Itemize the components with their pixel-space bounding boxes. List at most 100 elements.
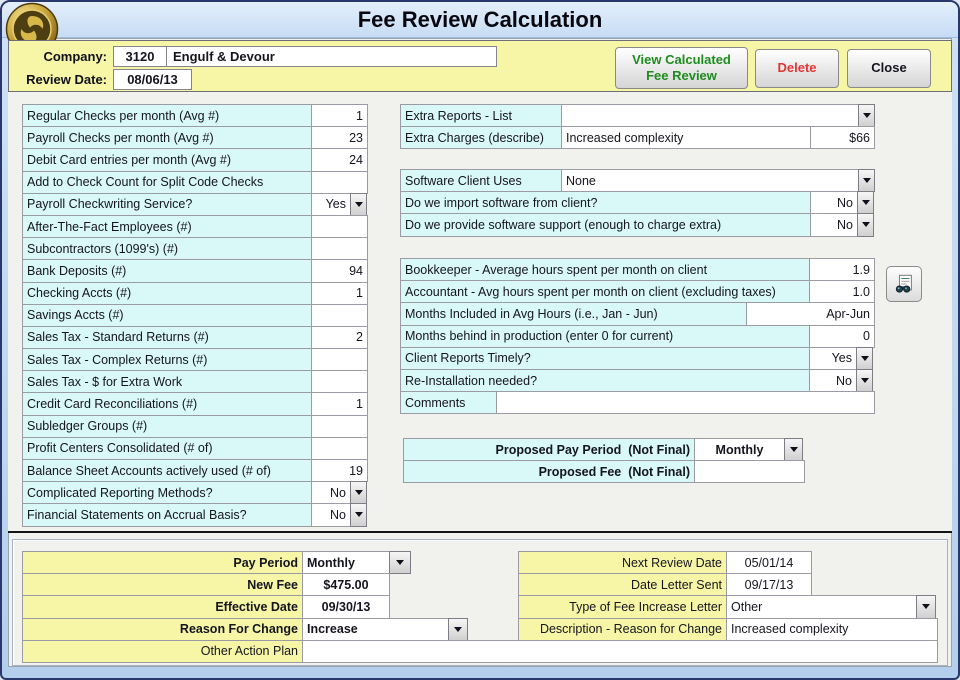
description-reason-field[interactable]: Increased complexity [726, 617, 938, 641]
table-row: Months behind in production (enter 0 for… [400, 324, 875, 348]
table-row: Credit Card Reconciliations (#) 1 [22, 392, 368, 416]
dropdown-button[interactable] [856, 346, 873, 370]
field-value[interactable]: 2 [311, 325, 368, 350]
dropdown-button[interactable] [350, 481, 367, 505]
dropdown-button[interactable] [858, 104, 875, 128]
reinstallation-select[interactable]: No [809, 368, 857, 393]
field-value[interactable] [311, 436, 368, 460]
extra-charges-description-field[interactable]: Increased complexity [561, 126, 811, 150]
months-included-field[interactable]: Apr-Jun [746, 302, 875, 326]
field-value[interactable]: 1 [311, 281, 368, 305]
table-row: Type of Fee Increase Letter Other [518, 595, 938, 619]
field-value[interactable] [311, 303, 368, 327]
field-label: Balance Sheet Accounts actively used (# … [22, 459, 312, 483]
company-name-field[interactable]: Engulf & Devour [166, 46, 497, 67]
dropdown-button[interactable] [350, 503, 367, 527]
dropdown-button[interactable] [448, 617, 468, 641]
table-row: Subledger Groups (#) [22, 414, 368, 438]
reinstallation-label: Re-Installation needed? [400, 368, 810, 393]
delete-button[interactable]: Delete [755, 49, 839, 88]
dropdown-button[interactable] [857, 191, 874, 215]
pay-period-select[interactable]: Monthly [302, 551, 390, 575]
import-software-select[interactable]: No [810, 191, 858, 215]
table-row: Extra Reports - List [400, 104, 875, 128]
table-row: Profit Centers Consolidated (# of) [22, 436, 368, 460]
date-letter-sent-field[interactable]: 09/17/13 [726, 573, 812, 597]
comments-field[interactable] [496, 391, 875, 415]
field-label: After-The-Fact Employees (#) [22, 214, 312, 239]
extra-reports-group: Extra Reports - List Extra Charges (desc… [400, 104, 875, 150]
other-action-plan-field[interactable] [302, 639, 938, 663]
field-value[interactable] [311, 348, 368, 372]
dropdown-button[interactable] [389, 551, 411, 575]
page-title: Fee Review Calculation [357, 7, 603, 32]
field-value[interactable]: Yes [311, 192, 351, 216]
field-value[interactable] [311, 414, 368, 438]
field-value[interactable]: No [311, 481, 351, 505]
extra-charges-label: Extra Charges (describe) [400, 126, 562, 150]
review-date-field[interactable]: 08/06/13 [113, 69, 192, 90]
chevron-down-icon [861, 200, 870, 206]
table-row: Subcontractors (1099's) (#) [22, 237, 368, 261]
table-row: Description - Reason for Change Increase… [518, 617, 938, 641]
reports-timely-label: Client Reports Timely? [400, 346, 810, 370]
reason-for-change-select[interactable]: Increase [302, 617, 449, 641]
field-value[interactable]: No [311, 503, 351, 527]
accountant-hours-field[interactable]: 1.0 [809, 280, 875, 304]
reports-timely-select[interactable]: Yes [809, 346, 857, 370]
dropdown-button[interactable] [856, 368, 873, 393]
next-review-date-label: Next Review Date [518, 551, 727, 575]
table-row: Proposed Fee (Not Final) [403, 460, 805, 484]
software-uses-select[interactable]: None [561, 169, 859, 193]
field-value[interactable]: 23 [311, 126, 368, 150]
field-value[interactable] [311, 370, 368, 394]
field-value[interactable]: 1 [311, 392, 368, 416]
field-value[interactable]: 94 [311, 259, 368, 283]
close-button[interactable]: Close [847, 49, 931, 88]
report-lookup-button[interactable] [886, 266, 922, 302]
extra-reports-label: Extra Reports - List [400, 104, 562, 128]
dropdown-button[interactable] [350, 192, 367, 216]
dropdown-button[interactable] [916, 595, 936, 619]
field-value[interactable]: 24 [311, 148, 368, 172]
field-label: Sales Tax - $ for Extra Work [22, 370, 312, 394]
bookkeeper-hours-field[interactable]: 1.9 [809, 258, 875, 282]
effective-date-label: Effective Date [22, 595, 303, 619]
field-label: Checking Accts (#) [22, 281, 312, 305]
field-value[interactable]: 1 [311, 104, 368, 128]
table-row: Payroll Checks per month (Avg #) 23 [22, 126, 368, 150]
dropdown-button[interactable] [784, 438, 803, 462]
effective-date-field[interactable]: 09/30/13 [302, 595, 390, 619]
software-support-select[interactable]: No [810, 213, 858, 237]
field-value[interactable] [311, 237, 368, 261]
extra-reports-select[interactable] [561, 104, 859, 128]
months-behind-field[interactable]: 0 [809, 324, 875, 348]
field-label: Sales Tax - Complex Returns (#) [22, 348, 312, 372]
other-action-plan-label: Other Action Plan [22, 639, 303, 663]
description-reason-label: Description - Reason for Change [518, 617, 727, 641]
proposed-fee-field[interactable] [694, 460, 805, 484]
field-label: Subledger Groups (#) [22, 414, 312, 438]
proposed-group: Proposed Pay Period (Not Final) Monthly … [403, 438, 805, 484]
field-value[interactable] [311, 170, 368, 194]
company-number-field[interactable]: 3120 [113, 46, 167, 67]
field-value[interactable] [311, 214, 368, 239]
chevron-down-icon [922, 604, 930, 610]
dropdown-button[interactable] [858, 169, 875, 193]
software-group: Software Client Uses None Do we import s… [400, 169, 875, 237]
extra-charges-amount-field[interactable]: $66 [810, 126, 875, 150]
chevron-down-icon [354, 512, 363, 518]
next-review-date-field[interactable]: 05/01/14 [726, 551, 812, 575]
dropdown-button[interactable] [857, 213, 874, 237]
left-field-table: Regular Checks per month (Avg #) 1 Payrol… [22, 104, 368, 527]
field-value[interactable]: 19 [311, 459, 368, 483]
table-row: Payroll Checkwriting Service? Yes [22, 192, 368, 216]
view-calculated-fee-review-button[interactable]: View Calculated Fee Review [615, 47, 748, 89]
pay-period-label: Pay Period [22, 551, 303, 575]
proposed-pay-period-select[interactable]: Monthly [694, 438, 785, 462]
fee-increase-letter-type-select[interactable]: Other [726, 595, 917, 619]
new-fee-field[interactable]: $475.00 [302, 573, 390, 597]
field-label: Complicated Reporting Methods? [22, 481, 312, 505]
date-letter-sent-label: Date Letter Sent [518, 573, 727, 597]
table-row: Date Letter Sent 09/17/13 [518, 573, 938, 597]
